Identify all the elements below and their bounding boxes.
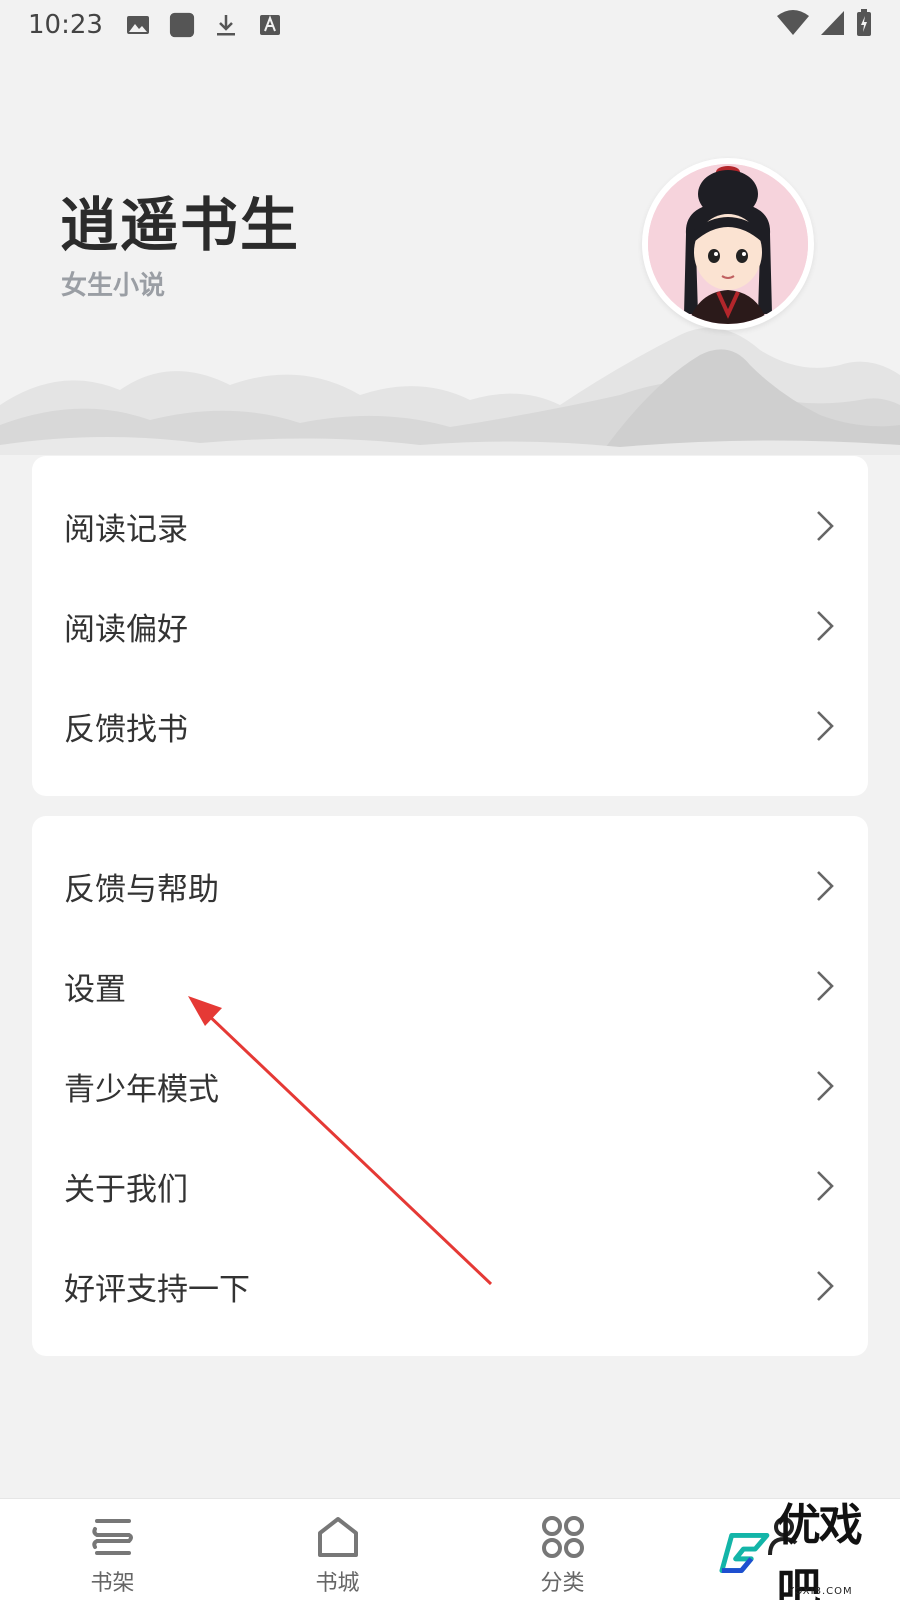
font-a-icon xyxy=(257,12,283,38)
battery-icon xyxy=(856,9,872,41)
chevron-right-icon xyxy=(817,871,834,901)
menu-item-label: 阅读偏好 xyxy=(64,611,188,648)
watermark-logo-icon xyxy=(719,1532,770,1574)
menu-card-general: 反馈与帮助 设置 青少年模式 关于我们 好评支持一下 xyxy=(32,816,868,1356)
watermark-subtext: YOXI8.COM xyxy=(788,1586,853,1597)
image-icon xyxy=(125,12,151,38)
nav-item-category[interactable]: 分类 xyxy=(450,1499,675,1600)
chevron-right-icon xyxy=(817,511,834,541)
status-time: 10:23 xyxy=(28,10,103,40)
profile-header: 逍遥书生 女生小说 xyxy=(0,50,900,455)
menu-item-label: 反馈与帮助 xyxy=(64,871,219,908)
menu-item-label: 好评支持一下 xyxy=(64,1271,250,1308)
status-bar: 10:23 xyxy=(0,0,900,50)
menu-item-label: 关于我们 xyxy=(64,1171,188,1208)
nav-label: 分类 xyxy=(540,1571,585,1596)
chevron-right-icon xyxy=(817,971,834,1001)
bookshelf-icon xyxy=(91,1519,133,1555)
avatar[interactable] xyxy=(642,158,814,330)
app-square-icon xyxy=(169,12,195,38)
chevron-right-icon xyxy=(817,711,834,741)
site-watermark: 优戏吧 YOXI8.COM xyxy=(718,1500,900,1600)
chevron-right-icon xyxy=(817,611,834,641)
menu-item-teen-mode[interactable]: 青少年模式 xyxy=(32,1036,868,1136)
menu-item-rate-app[interactable]: 好评支持一下 xyxy=(32,1236,868,1336)
nav-item-bookstore[interactable]: 书城 xyxy=(225,1499,450,1600)
watermark-text: 优戏吧 xyxy=(776,1500,863,1600)
menu-item-feedback-help[interactable]: 反馈与帮助 xyxy=(32,836,868,936)
menu-card-reading: 阅读记录 阅读偏好 反馈找书 xyxy=(32,456,868,796)
download-icon xyxy=(213,12,239,38)
home-icon xyxy=(317,1517,358,1557)
menu-item-about-us[interactable]: 关于我们 xyxy=(32,1136,868,1236)
menu-item-settings[interactable]: 设置 xyxy=(32,936,868,1036)
avatar-character-icon xyxy=(648,164,808,324)
user-subtitle: 女生小说 xyxy=(61,271,166,301)
category-grid-icon xyxy=(541,1516,584,1558)
menu-item-label: 阅读记录 xyxy=(64,511,188,548)
menu-item-label: 青少年模式 xyxy=(64,1071,219,1108)
chevron-right-icon xyxy=(817,1271,834,1301)
nav-label: 书城 xyxy=(315,1571,360,1596)
menu-item-reading-history[interactable]: 阅读记录 xyxy=(32,476,868,576)
nav-item-bookshelf[interactable]: 书架 xyxy=(0,1499,225,1600)
menu-item-feedback-find-book[interactable]: 反馈找书 xyxy=(32,676,868,776)
nav-label: 书架 xyxy=(90,1571,135,1596)
menu-item-label: 设置 xyxy=(64,971,126,1008)
signal-icon xyxy=(820,10,846,40)
menu-item-label: 反馈找书 xyxy=(64,711,188,748)
user-name: 逍遥书生 xyxy=(60,191,301,259)
chevron-right-icon xyxy=(817,1171,834,1201)
chevron-right-icon xyxy=(817,1071,834,1101)
menu-item-reading-preference[interactable]: 阅读偏好 xyxy=(32,576,868,676)
wifi-icon xyxy=(776,10,810,40)
